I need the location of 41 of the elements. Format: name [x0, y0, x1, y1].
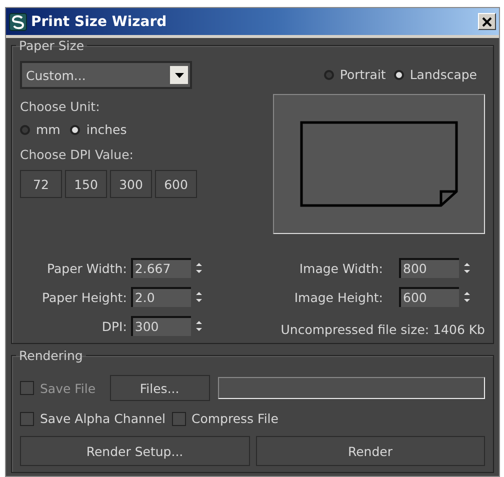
window-title: Print Size Wizard	[31, 14, 168, 30]
group-legend: Paper Size	[16, 38, 88, 53]
unit-label: Choose Unit:	[20, 99, 101, 114]
field-label: Paper Height:	[42, 290, 127, 304]
dropdown-arrow-icon	[174, 72, 184, 78]
option-checkbox[interactable]: Save Alpha Channel	[20, 411, 166, 426]
app-logo-icon	[9, 12, 27, 30]
number-field[interactable]: 2.0	[130, 287, 191, 307]
orientation-radio[interactable]: Portrait	[324, 67, 386, 82]
number-field[interactable]: 600	[399, 287, 459, 307]
number-field[interactable]: 2.667	[130, 258, 191, 278]
dpi-preset-button[interactable]: 300	[110, 170, 152, 198]
spinner-icon[interactable]	[194, 319, 203, 333]
dpi-preset-button[interactable]: 72	[20, 170, 62, 198]
option-checkbox[interactable]: Compress File	[172, 411, 394, 426]
close-button[interactable]	[478, 13, 496, 30]
unit-radio[interactable]: inches	[70, 122, 127, 137]
spinner-icon[interactable]	[194, 290, 203, 304]
close-icon	[482, 16, 492, 26]
render-button[interactable]: Render Setup...	[20, 436, 250, 466]
file-path-field[interactable]	[218, 377, 485, 399]
render-button[interactable]: Render	[256, 436, 485, 466]
dpi-preset-button[interactable]: 600	[155, 170, 197, 198]
spinner-icon[interactable]	[463, 261, 471, 275]
paper-size-dropdown[interactable]: Custom...	[20, 61, 192, 89]
field-label: Image Height:	[294, 290, 383, 304]
field-label: Image Width:	[299, 260, 383, 276]
spinner-icon[interactable]	[463, 290, 471, 304]
field-label: DPI:	[102, 318, 127, 334]
group-legend: Rendering	[16, 348, 86, 363]
landscape-page-icon	[300, 121, 458, 207]
files-button[interactable]: Files...	[110, 375, 210, 401]
file-size-text: Uncompressed file size: 1406 Kb	[280, 322, 485, 337]
unit-radio[interactable]: mm	[20, 122, 60, 137]
number-field[interactable]: 300	[130, 316, 191, 336]
field-label: Paper Width:	[47, 260, 127, 276]
spinner-icon[interactable]	[194, 261, 203, 275]
number-field[interactable]: 800	[399, 258, 459, 278]
orientation-radio[interactable]: Landscape	[394, 67, 477, 82]
dpi-label: Choose DPI Value:	[20, 147, 134, 162]
dpi-preset-button[interactable]: 150	[65, 170, 107, 198]
